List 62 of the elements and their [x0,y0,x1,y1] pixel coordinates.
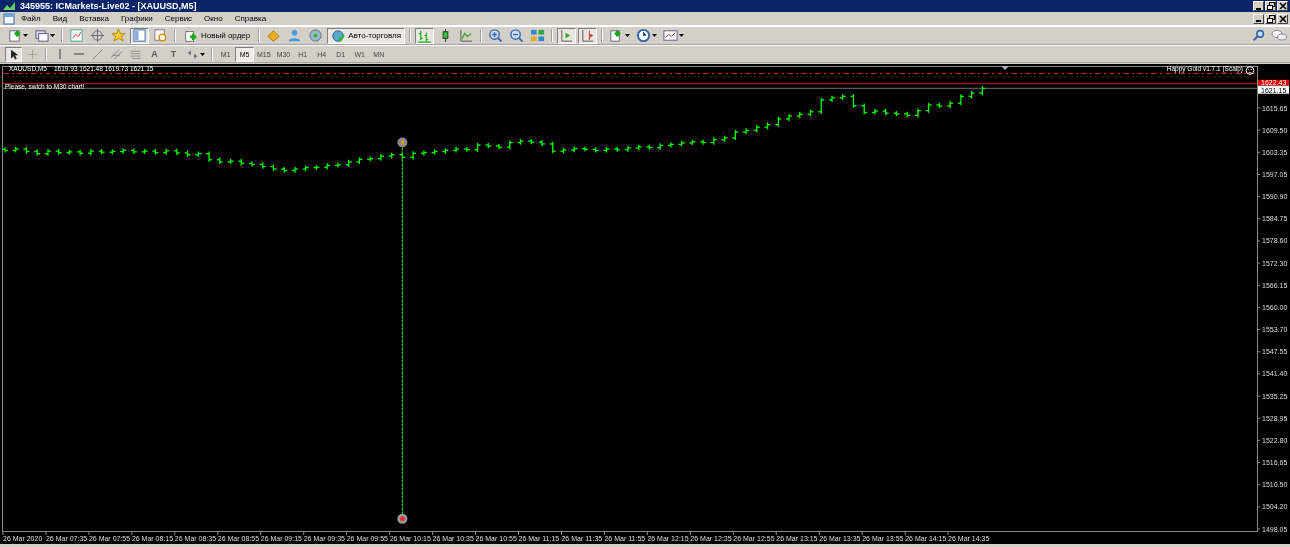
star-icon [111,28,126,43]
menu-item[interactable]: Графики [120,14,153,23]
zoom-in-icon [488,28,504,43]
caret-icon [50,34,55,37]
menu-item[interactable]: Справка [234,14,267,23]
restore-button[interactable] [1265,1,1276,11]
add-chart-icon [7,28,22,43]
menu-item[interactable]: Сервис [164,14,193,23]
restore-icon [1266,14,1275,23]
toolbar-button[interactable] [32,27,57,44]
caret-icon [23,34,28,37]
toolbar-button[interactable]: Новый ордер [180,27,255,44]
close-icon [1278,14,1287,23]
template-icon [663,28,679,43]
restore-icon [1266,2,1275,10]
chat-icon [1271,28,1287,43]
close-icon [1278,2,1287,10]
clock-icon [636,28,652,43]
tile-icon [530,28,546,43]
caret-icon [200,52,205,56]
window-title: 345955: ICMarkets-Live02 - [XAUUSD,M5] [20,0,197,12]
menu-item[interactable]: Файл [21,14,41,23]
trendline-icon [91,47,104,61]
crosshair-icon [26,47,39,61]
panel-icon [132,28,147,43]
caret-icon [679,34,685,37]
order-close-icon [397,513,408,524]
minimize-button[interactable] [1253,13,1264,24]
toolbar-button[interactable]: Авто-торговля [327,27,406,44]
smiley-icon [1245,66,1255,75]
chart-icon [2,1,16,11]
plus-icon [184,28,198,43]
vertical-line-icon [58,49,61,59]
toolbar-button[interactable] [5,46,22,62]
chart-window-icon [69,28,84,43]
minimize-button[interactable] [1253,1,1264,11]
shift-marker-icon [1001,66,1009,70]
menu-item[interactable]: Окно [204,14,223,23]
search-icon [1252,29,1265,42]
caret-icon [625,34,631,37]
close-button[interactable] [1277,1,1288,11]
chart-shift-icon [580,28,596,43]
toolbar-button[interactable]: T [165,46,182,62]
search-button[interactable] [1250,27,1267,44]
globe-icon [331,28,346,43]
autoscroll-icon [559,28,575,43]
menu-item[interactable]: Вставка [79,14,109,23]
toolbar-button[interactable]: A [146,46,163,62]
channel-icon [110,47,123,61]
toolbar-button[interactable] [634,27,660,44]
order-open-icon [397,137,408,148]
restore-button[interactable] [1265,13,1276,24]
caret-icon [652,34,658,37]
windows-icon [34,28,49,43]
line-chart-icon [459,28,475,43]
zoom-out-icon [509,28,525,43]
horizontal-line-icon [73,53,84,55]
menu-item[interactable]: Вид [52,14,68,23]
close-button[interactable] [1277,13,1288,24]
bar-chart-icon [417,28,433,43]
people-icon [287,28,303,43]
compass-icon [90,28,105,43]
